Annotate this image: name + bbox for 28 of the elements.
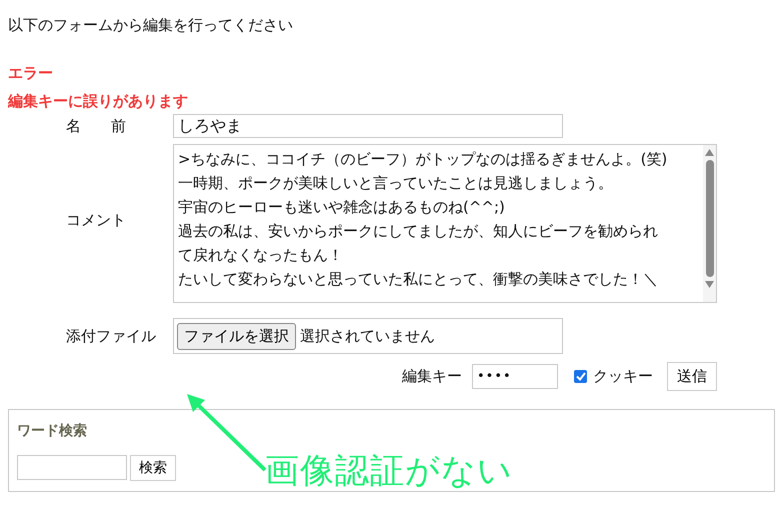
- edit-key-field[interactable]: ••••: [472, 364, 558, 389]
- checkbox-label: クッキー: [593, 367, 653, 386]
- comment-line: て戻れなくなったもん！: [178, 245, 344, 266]
- comment-line: 宇宙のヒーローも迷いや雑念はあるものね(^^;): [178, 197, 506, 218]
- field-label: 名 前: [66, 116, 126, 136]
- scroll-down-icon[interactable]: [705, 281, 714, 288]
- comment-line: 一時期、ポークが美味しいと言っていたことは見逃しましょう。: [178, 173, 614, 194]
- field-label: 添付ファイル: [66, 326, 156, 346]
- name-field[interactable]: しろやま: [173, 114, 563, 138]
- cookie-checkbox[interactable]: [574, 370, 587, 383]
- search-button[interactable]: 検索: [130, 455, 176, 481]
- panel-title: ワード検索: [17, 422, 88, 441]
- comment-field[interactable]: >ちなみに、ココイチ（のビーフ）がトップなのは揺るぎませんよ。(笑) 一時期、ポークが美味しいと言っていたことは見逃しましょう。 宇宙のヒーローも迷いや雑念はあるものね(^^;) 過去の私は、安いからポークにしてましたが、知人にビーフを勧められ て戻れなくなったもん！ たいして変わらないと思っていた私にとって、衝撃の美味さでした！＼: [173, 144, 717, 303]
- error-title: エラー: [8, 64, 54, 84]
- choose-file-button[interactable]: ファイルを選択: [177, 322, 296, 350]
- file-status: 選択されていません: [300, 326, 435, 346]
- scrollbar[interactable]: [703, 145, 716, 302]
- error-message: 編集キーに誤りがあります: [8, 92, 189, 112]
- submit-button[interactable]: 送信: [667, 362, 717, 391]
- search-field[interactable]: [17, 455, 127, 480]
- field-label: 編集キー: [402, 367, 462, 386]
- intro-text: 以下のフォームから編集を行ってください: [8, 15, 294, 36]
- annotation-text: 画像認証がない: [265, 450, 513, 493]
- comment-line: たいして変わらないと思っていた私にとって、衝撃の美味さでした！＼: [178, 269, 659, 290]
- scroll-up-icon[interactable]: [705, 149, 714, 156]
- field-label: コメント: [66, 211, 126, 230]
- comment-line: >ちなみに、ココイチ（のビーフ）がトップなのは揺るぎませんよ。(笑): [178, 149, 668, 170]
- comment-line: 過去の私は、安いからポークにしてましたが、知人にビーフを勧められ: [178, 221, 659, 242]
